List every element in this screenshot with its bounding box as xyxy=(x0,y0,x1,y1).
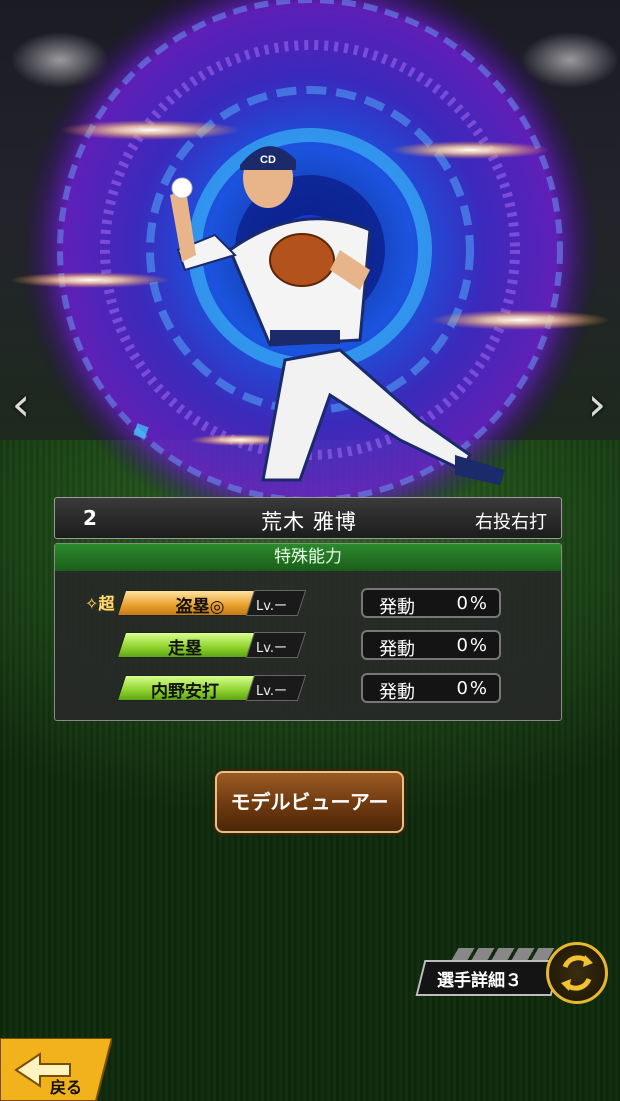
ability-row: 内野安打 Lv.ー 発動 0% xyxy=(55,673,563,705)
player-name-bar: 2 荒木 雅博 右投右打 xyxy=(54,497,562,539)
ability-name: 走塁 xyxy=(168,639,202,659)
activation-value: 0% xyxy=(456,678,489,699)
player-detail-label[interactable]: 選手詳細３ xyxy=(437,966,522,991)
activation-rate-box: 発動 0% xyxy=(361,588,501,618)
throw-bat-hand: 右投右打 xyxy=(475,512,547,533)
ability-name: 盗塁◎ xyxy=(175,597,225,617)
activation-rate-box: 発動 0% xyxy=(361,630,501,660)
activation-label: 発動 xyxy=(379,597,415,618)
detail-decoration xyxy=(451,948,555,960)
ability-row: 走塁 Lv.ー 発動 0% xyxy=(55,630,563,662)
chevron-right-icon[interactable]: › xyxy=(582,380,612,428)
activation-value: 0% xyxy=(456,593,489,614)
chevron-left-icon[interactable]: ‹ xyxy=(6,380,36,428)
ability-level: Lv.ー xyxy=(256,641,288,656)
ability-panel-header: 特殊能力 xyxy=(55,544,561,571)
player-card-artwork: CD xyxy=(10,0,610,500)
ability-name: 内野安打 xyxy=(151,682,219,702)
swap-button[interactable] xyxy=(546,942,608,1004)
cap-logo-text: CD xyxy=(260,154,276,166)
back-label[interactable]: 戻る xyxy=(50,1074,82,1098)
special-ability-panel: 特殊能力 ✧超 盗塁◎ Lv.ー 発動 0% 走塁 Lv.ー 発動 0% 内野安… xyxy=(54,543,562,721)
model-viewer-button[interactable]: モデルビューアー xyxy=(215,771,404,833)
ability-row: ✧超 盗塁◎ Lv.ー 発動 0% xyxy=(55,588,563,620)
activation-value: 0% xyxy=(456,635,489,656)
activation-rate-box: 発動 0% xyxy=(361,673,501,703)
ability-level: Lv.ー xyxy=(256,599,288,614)
swap-arrows-icon xyxy=(561,955,593,991)
super-badge: ✧超 xyxy=(85,594,115,613)
ability-level: Lv.ー xyxy=(256,684,288,699)
activation-label: 発動 xyxy=(379,639,415,660)
activation-label: 発動 xyxy=(379,682,415,703)
